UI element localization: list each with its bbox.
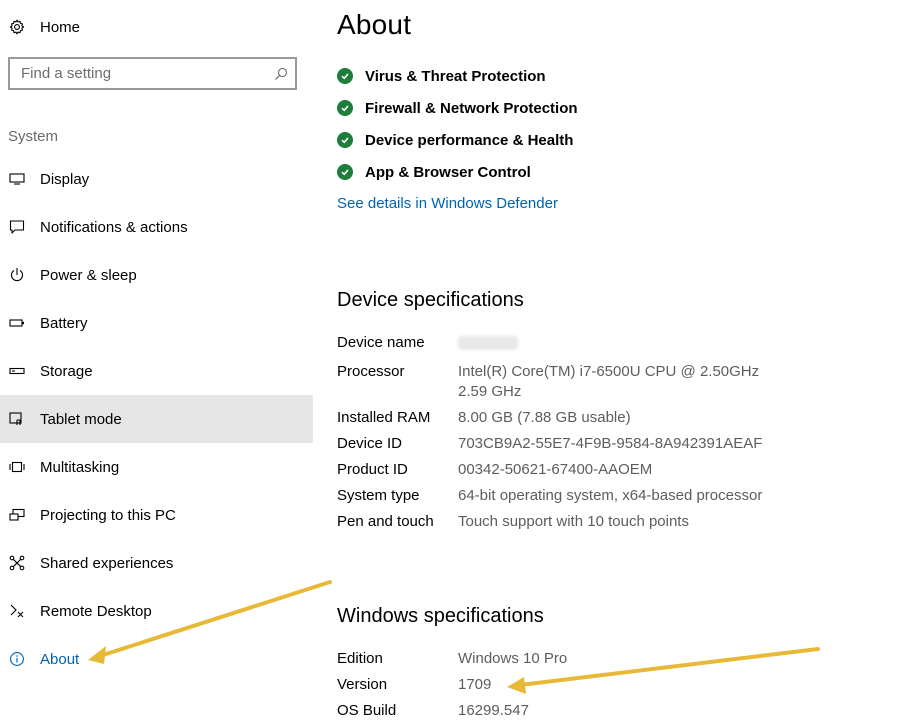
sidebar-item-tablet-mode[interactable]: Tablet mode [0, 395, 313, 443]
protection-label: Virus & Threat Protection [365, 67, 546, 85]
sidebar-item-label: Multitasking [40, 458, 120, 476]
sidebar-item-label: About [40, 650, 80, 668]
home-label: Home [40, 18, 81, 36]
spec-key: Processor [337, 363, 405, 380]
sidebar-item-label: Storage [40, 362, 93, 380]
protection-status-list: Virus & Threat Protection Firewall & Net… [337, 60, 578, 188]
sidebar-item-label: Battery [40, 314, 88, 332]
search-icon[interactable] [267, 67, 295, 81]
search-placeholder: Find a setting [21, 65, 112, 82]
spec-row: Edition Windows 10 Pro [337, 649, 897, 669]
spec-row: Device ID 703CB9A2-55E7-4F9B-9584-8A9423… [337, 434, 897, 454]
protection-status-item: Firewall & Network Protection [337, 92, 578, 124]
sidebar-item-display[interactable]: Display [0, 155, 313, 203]
protection-label: Device performance & Health [365, 131, 574, 149]
sidebar-nav: Display Notifications & actions Power & … [0, 155, 313, 683]
search-input[interactable]: Find a setting [8, 57, 297, 90]
spec-value: 64-bit operating system, x64-based proce… [458, 487, 763, 504]
sidebar-item-label: Notifications & actions [40, 218, 188, 236]
spec-key: Product ID [337, 461, 408, 478]
sidebar-item-power-sleep[interactable]: Power & sleep [0, 251, 313, 299]
sidebar-item-multitasking[interactable]: Multitasking [0, 443, 313, 491]
spec-key: Version [337, 676, 388, 693]
spec-key: Pen and touch [337, 513, 434, 530]
speech-bubble-icon [0, 219, 34, 235]
power-icon [0, 267, 34, 283]
sidebar-item-label: Remote Desktop [40, 602, 152, 620]
sidebar-item-label: Power & sleep [40, 266, 137, 284]
windows-specs-heading: Windows specifications [337, 605, 544, 627]
spec-row: Installed RAM 8.00 GB (7.88 GB usable) [337, 408, 897, 428]
spec-key: Edition [337, 650, 383, 667]
protection-status-item: Device performance & Health [337, 124, 578, 156]
sidebar-item-projecting[interactable]: Projecting to this PC [0, 491, 313, 539]
spec-value: 1709 [458, 676, 492, 693]
sidebar-item-label: Shared experiences [40, 554, 174, 572]
storage-icon [0, 366, 34, 376]
spec-value: Windows 10 Pro [458, 650, 568, 667]
spec-value: 00342-50621-67400-AAOEM [458, 461, 653, 478]
spec-key: Installed RAM [337, 409, 431, 426]
sidebar-item-notifications[interactable]: Notifications & actions [0, 203, 313, 251]
gear-icon [0, 19, 34, 35]
settings-sidebar: Home Find a setting System Display Notif… [0, 0, 313, 728]
section-label-system: System [8, 128, 59, 145]
spec-row: System type 64-bit operating system, x64… [337, 486, 897, 506]
check-circle-icon [337, 68, 353, 84]
sidebar-item-about[interactable]: About [0, 635, 313, 683]
protection-status-item: Virus & Threat Protection [337, 60, 578, 92]
spec-row: Version 1709 [337, 675, 897, 695]
spec-value: 703CB9A2-55E7-4F9B-9584-8A942391AEAF [458, 435, 763, 452]
spec-value [458, 333, 798, 356]
spec-key: System type [337, 487, 420, 504]
check-circle-icon [337, 100, 353, 116]
multitasking-icon [0, 461, 34, 473]
check-circle-icon [337, 132, 353, 148]
battery-icon [0, 318, 34, 328]
monitor-icon [0, 172, 34, 186]
spec-row: Processor Intel(R) Core(TM) i7-6500U CPU… [337, 362, 897, 402]
remote-desktop-icon [0, 603, 34, 619]
spec-row: Pen and touch Touch support with 10 touc… [337, 512, 897, 532]
spec-row: OS Build 16299.547 [337, 701, 897, 721]
windows-defender-link[interactable]: See details in Windows Defender [337, 195, 558, 212]
spec-key: Device ID [337, 435, 403, 452]
info-icon [0, 651, 34, 667]
spec-value: Intel(R) Core(TM) i7-6500U CPU @ 2.50GHz… [458, 363, 772, 400]
protection-status-item: App & Browser Control [337, 156, 578, 188]
sidebar-item-label: Projecting to this PC [40, 506, 176, 524]
sidebar-item-storage[interactable]: Storage [0, 347, 313, 395]
protection-label: Firewall & Network Protection [365, 99, 578, 117]
spec-value: 16299.547 [458, 702, 529, 719]
sidebar-item-battery[interactable]: Battery [0, 299, 313, 347]
page-title: About [337, 9, 412, 40]
spec-row: Product ID 00342-50621-67400-AAOEM [337, 460, 897, 480]
tablet-mode-icon [0, 411, 34, 427]
shared-experiences-icon [0, 555, 34, 571]
device-specs-table: Device name Processor Intel(R) Core(TM) … [337, 333, 897, 538]
projecting-icon [0, 508, 34, 522]
device-specs-heading: Device specifications [337, 289, 524, 311]
check-circle-icon [337, 164, 353, 180]
redacted-device-name [458, 336, 518, 350]
sidebar-item-shared-experiences[interactable]: Shared experiences [0, 539, 313, 587]
spec-value: Touch support with 10 touch points [458, 513, 689, 530]
windows-specs-table: Edition Windows 10 Pro Version 1709 OS B… [337, 649, 897, 727]
about-page: About Virus & Threat Protection Firewall… [337, 0, 915, 728]
spec-value: 8.00 GB (7.88 GB usable) [458, 409, 631, 426]
spec-key: Device name [337, 334, 425, 351]
sidebar-item-label: Display [40, 170, 90, 188]
spec-key: OS Build [337, 702, 397, 719]
sidebar-item-label: Tablet mode [40, 410, 122, 428]
home-nav-item[interactable]: Home [0, 10, 313, 44]
spec-row: Device name [337, 333, 897, 356]
sidebar-item-remote-desktop[interactable]: Remote Desktop [0, 587, 313, 635]
protection-label: App & Browser Control [365, 163, 531, 181]
